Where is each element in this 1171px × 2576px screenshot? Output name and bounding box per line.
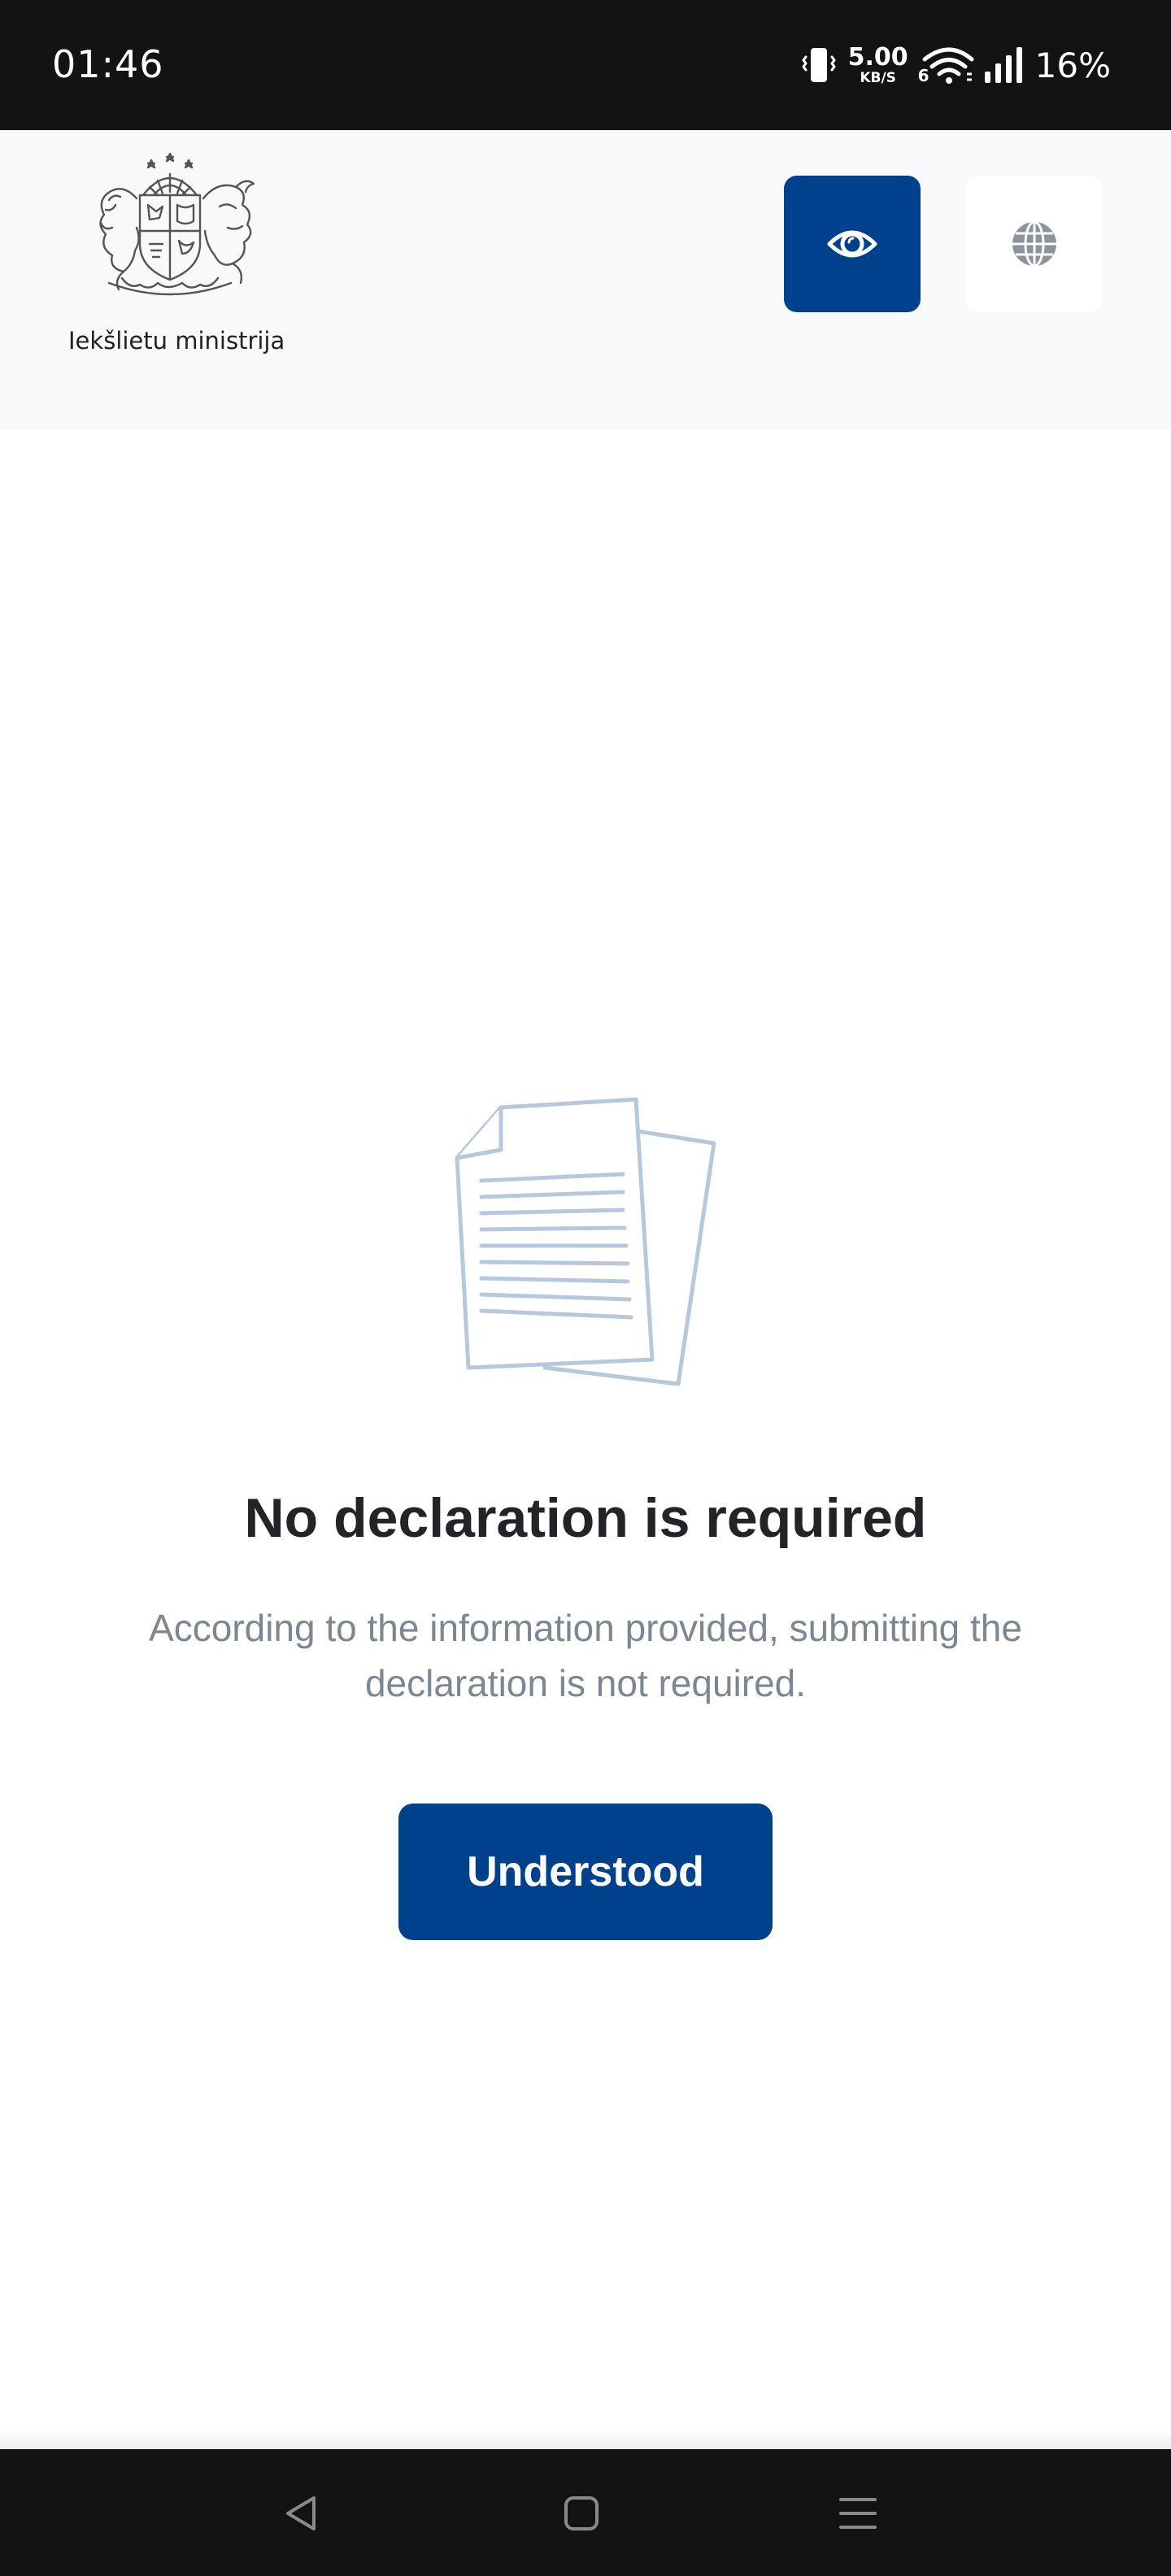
- visibility-button[interactable]: [784, 176, 921, 312]
- status-bar: 01:46 5.00 KB/S 6 16%: [0, 0, 1171, 130]
- nav-recents-button[interactable]: [829, 2485, 886, 2542]
- network-speed-unit: KB/S: [860, 69, 896, 86]
- wifi-indicator: 6: [918, 45, 975, 85]
- battery-percent: 16%: [1034, 45, 1111, 85]
- signal-icon: [984, 47, 1022, 83]
- network-speed: 5.00 KB/S: [847, 42, 908, 86]
- language-button[interactable]: [966, 176, 1103, 312]
- bottom-divider: [0, 2431, 1171, 2449]
- system-nav-bar: [0, 2449, 1171, 2576]
- nav-back-button[interactable]: [273, 2485, 330, 2542]
- vibrate-icon: [802, 48, 836, 82]
- globe-icon: [1012, 220, 1056, 268]
- ministry-name: Iekšlietu ministrija: [68, 327, 285, 355]
- back-icon: [286, 2496, 316, 2530]
- eye-icon: [827, 230, 877, 258]
- understood-button[interactable]: Understood: [398, 1804, 773, 1940]
- documents-icon: [455, 1097, 716, 1386]
- page-title: No declaration is required: [244, 1487, 927, 1549]
- ministry-logo[interactable]: Iekšlietu ministrija: [68, 150, 285, 355]
- wifi-badge: 6: [917, 66, 929, 85]
- home-icon: [564, 2496, 599, 2530]
- status-icons: 5.00 KB/S 6 16%: [801, 42, 1111, 88]
- app-header: Iekšlietu ministrija: [0, 130, 1171, 429]
- coat-of-arms-icon: [99, 152, 255, 296]
- nav-home-button[interactable]: [553, 2485, 610, 2542]
- page-description: According to the information provided, s…: [149, 1607, 1022, 1704]
- main-content: No declaration is required According to …: [0, 429, 1171, 2449]
- recents-icon: [839, 2498, 877, 2529]
- status-time: 01:46: [52, 42, 164, 86]
- network-speed-value: 5.00: [847, 42, 908, 72]
